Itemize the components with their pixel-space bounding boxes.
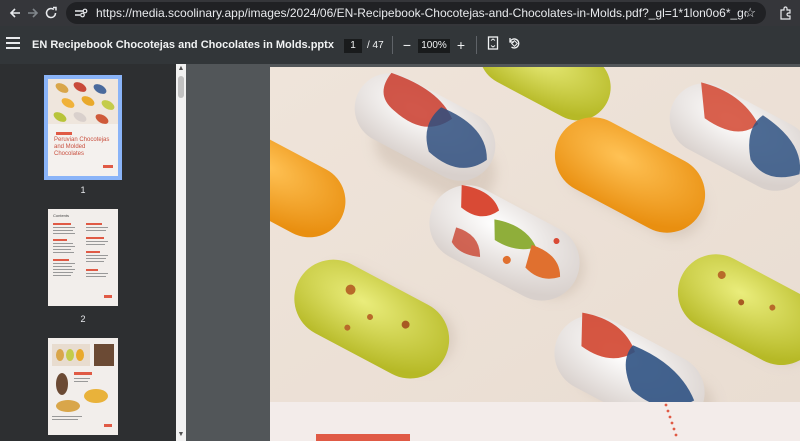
chocolates-photo — [270, 67, 800, 402]
pdf-page — [270, 67, 800, 441]
thumbnail-image[interactable] — [48, 338, 118, 435]
page-lower-section — [270, 402, 800, 441]
zoom-input[interactable]: 100% — [418, 39, 450, 53]
pdf-viewer[interactable] — [186, 64, 800, 441]
fit-to-page-icon[interactable] — [484, 36, 502, 54]
page-total: / 47 — [367, 40, 384, 51]
sidebar-scrollbar[interactable]: ▲ ▼ — [176, 64, 186, 441]
accent-bar — [316, 434, 410, 441]
bookmark-star-icon[interactable]: ☆ — [744, 5, 756, 21]
extensions-icon[interactable] — [776, 4, 794, 22]
scroll-up-arrow-icon[interactable]: ▲ — [177, 65, 185, 73]
reload-icon[interactable] — [40, 2, 62, 24]
scroll-down-arrow-icon[interactable]: ▼ — [177, 431, 185, 439]
page-number-input[interactable]: 1 — [344, 39, 362, 53]
scrollbar-thumb[interactable] — [178, 76, 184, 98]
address-bar[interactable]: https://media.scoolinary.app/images/2024… — [66, 2, 766, 24]
thumbnail-image[interactable]: Peruvian Chocotejas and Molded Chocolate… — [44, 75, 122, 180]
zoom-in-icon[interactable]: + — [452, 36, 470, 54]
document-title: EN Recipebook Chocotejas and Chocolates … — [32, 39, 334, 51]
divider — [392, 36, 393, 54]
thumbnail-sidebar: Peruvian Chocotejas and Molded Chocolate… — [0, 64, 186, 441]
divider — [476, 36, 477, 54]
browser-chrome: https://media.scoolinary.app/images/2024… — [0, 0, 800, 26]
zoom-out-icon[interactable]: − — [398, 36, 416, 54]
thumbnail-label: 2 — [80, 314, 86, 324]
rotate-icon[interactable] — [505, 36, 523, 54]
cover-title: Peruvian Chocotejas and Molded Chocolate… — [54, 137, 110, 157]
menu-icon[interactable] — [6, 37, 20, 51]
thumbnail-label: 1 — [80, 185, 86, 195]
thumbnail-image[interactable]: Contents — [48, 209, 118, 306]
site-settings-icon[interactable] — [74, 7, 88, 19]
pdf-toolbar: EN Recipebook Chocotejas and Chocolates … — [0, 26, 800, 64]
url-text: https://media.scoolinary.app/images/2024… — [96, 6, 746, 20]
